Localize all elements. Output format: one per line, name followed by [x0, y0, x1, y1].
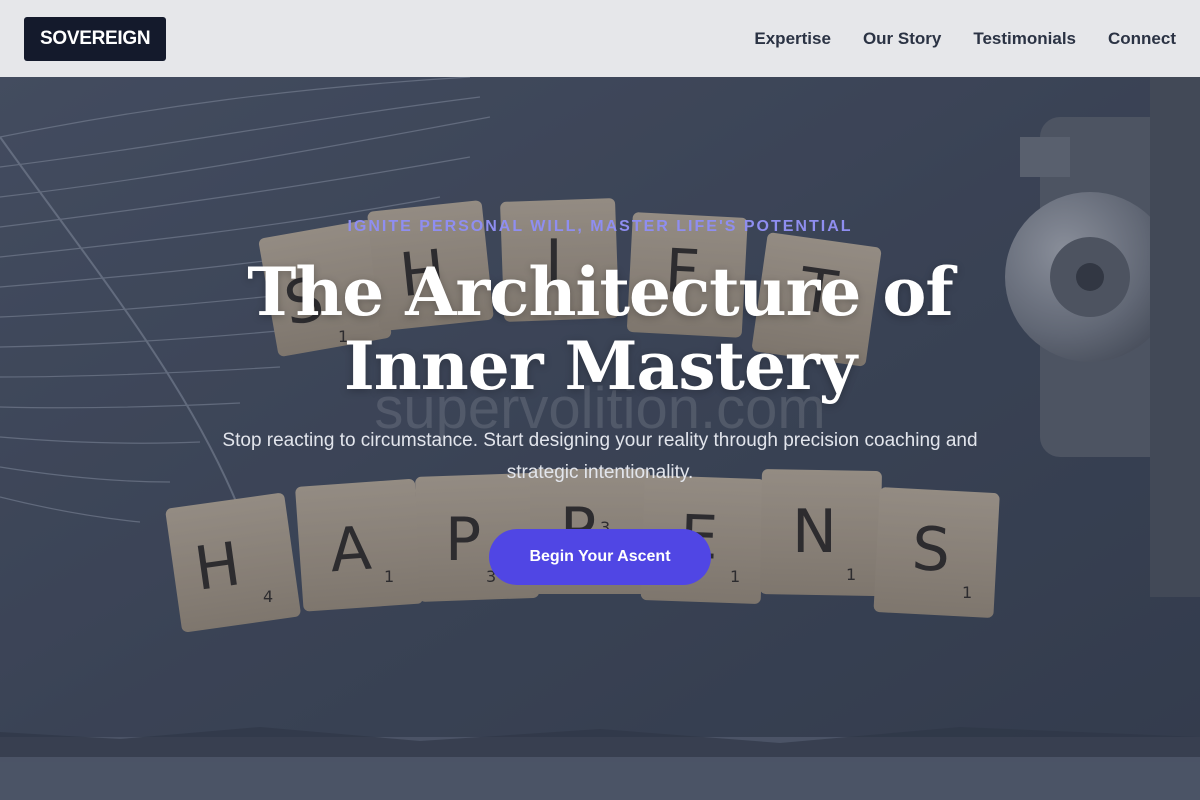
main-nav: Expertise Our Story Testimonials Connect [754, 29, 1176, 49]
nav-link-our-story[interactable]: Our Story [863, 29, 941, 49]
hero-eyebrow: IGNITE PERSONAL WILL, MASTER LIFE'S POTE… [347, 218, 853, 235]
site-header: SOVEREIGN Expertise Our Story Testimonia… [0, 0, 1200, 77]
nav-link-testimonials[interactable]: Testimonials [973, 29, 1076, 49]
hero-subtitle: Stop reacting to circumstance. Start des… [222, 430, 978, 483]
nav-link-connect[interactable]: Connect [1108, 29, 1176, 49]
begin-ascent-button[interactable]: Begin Your Ascent [489, 529, 711, 585]
nav-link-expertise[interactable]: Expertise [754, 29, 831, 49]
hero-title: The Architecture of Inner Mastery [247, 253, 954, 405]
brand-logo[interactable]: SOVEREIGN [24, 16, 167, 61]
hero-content: IGNITE PERSONAL WILL, MASTER LIFE'S POTE… [0, 77, 1200, 800]
